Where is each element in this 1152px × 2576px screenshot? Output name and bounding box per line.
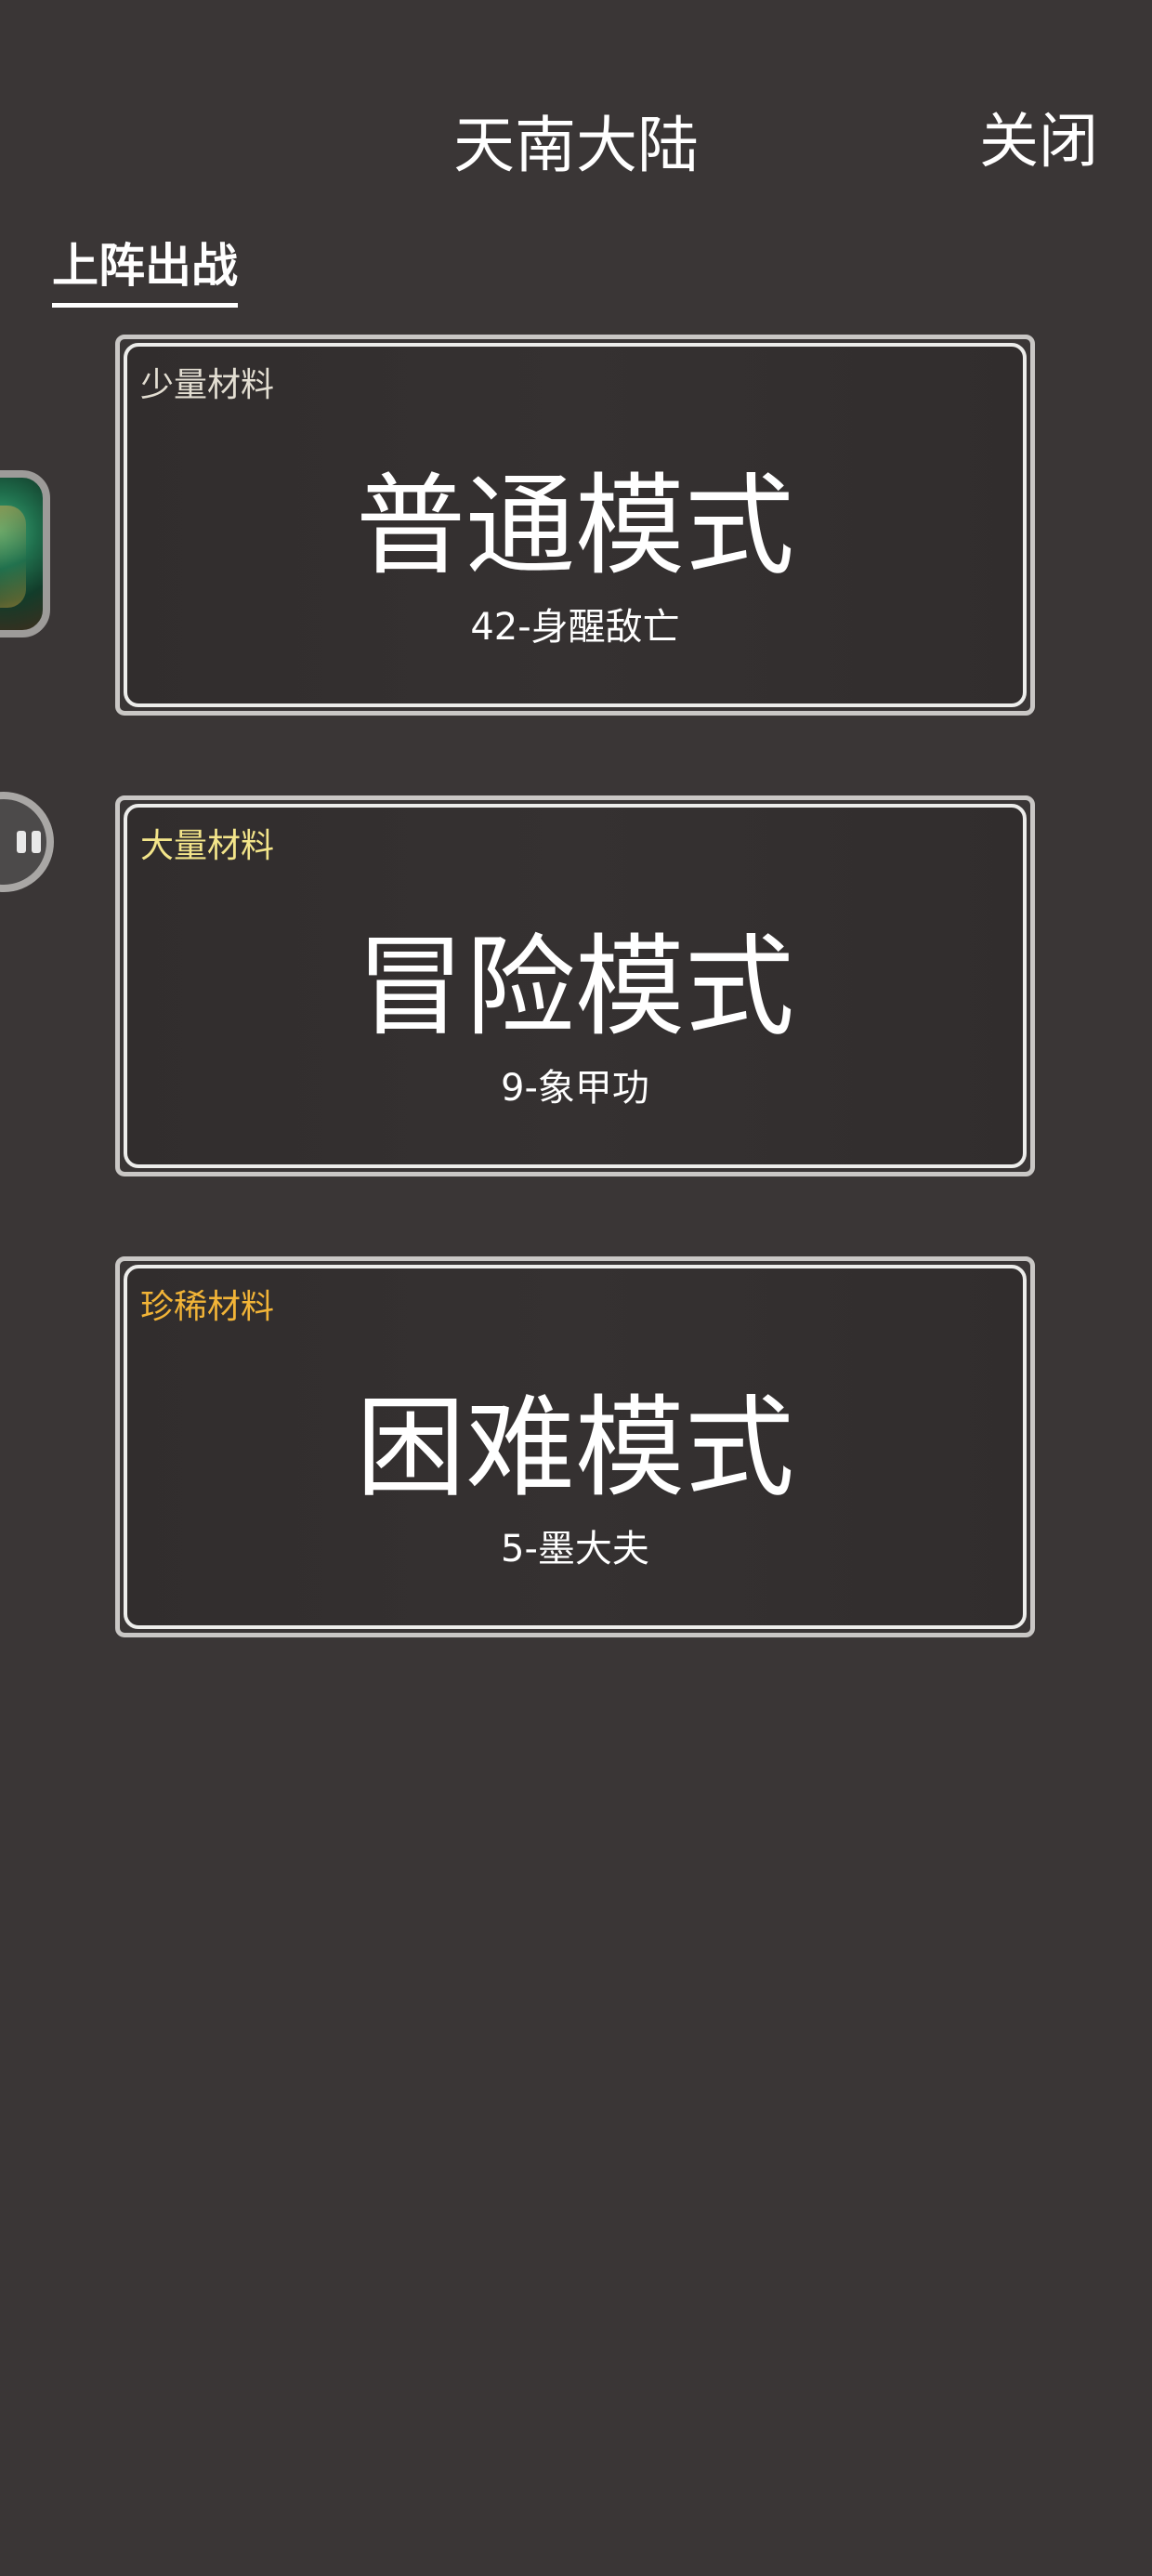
- chat-mark-right: [32, 831, 41, 853]
- card-frame: 少量材料 普通模式 42-身醒敌亡: [124, 343, 1027, 707]
- close-button[interactable]: 关闭: [979, 100, 1098, 184]
- mode-subtitle: 42-身醒敌亡: [470, 606, 680, 649]
- chat-mark-left: [17, 831, 26, 853]
- mode-subtitle: 9-象甲功: [501, 1067, 649, 1110]
- character-portrait-icon[interactable]: [0, 470, 50, 637]
- mode-title: 普通模式: [355, 462, 794, 590]
- material-tag: 珍稀材料: [140, 1288, 275, 1326]
- mode-title: 困难模式: [355, 1384, 794, 1512]
- mode-title: 冒险模式: [355, 923, 794, 1051]
- adventure-mode-card[interactable]: 大量材料 冒险模式 9-象甲功: [115, 795, 1035, 1176]
- card-frame: 珍稀材料 困难模式 5-墨大夫: [124, 1265, 1027, 1629]
- material-tag: 大量材料: [140, 827, 275, 865]
- normal-mode-card[interactable]: 少量材料 普通模式 42-身醒敌亡: [115, 335, 1035, 716]
- portrait-ornament: [0, 506, 26, 608]
- mode-subtitle: 5-墨大夫: [501, 1528, 649, 1571]
- hard-mode-card[interactable]: 珍稀材料 困难模式 5-墨大夫: [115, 1256, 1035, 1637]
- material-tag: 少量材料: [140, 366, 275, 404]
- chat-bubble-icon[interactable]: [0, 792, 54, 892]
- tab-deploy[interactable]: 上阵出战: [52, 234, 238, 308]
- card-frame: 大量材料 冒险模式 9-象甲功: [124, 804, 1027, 1168]
